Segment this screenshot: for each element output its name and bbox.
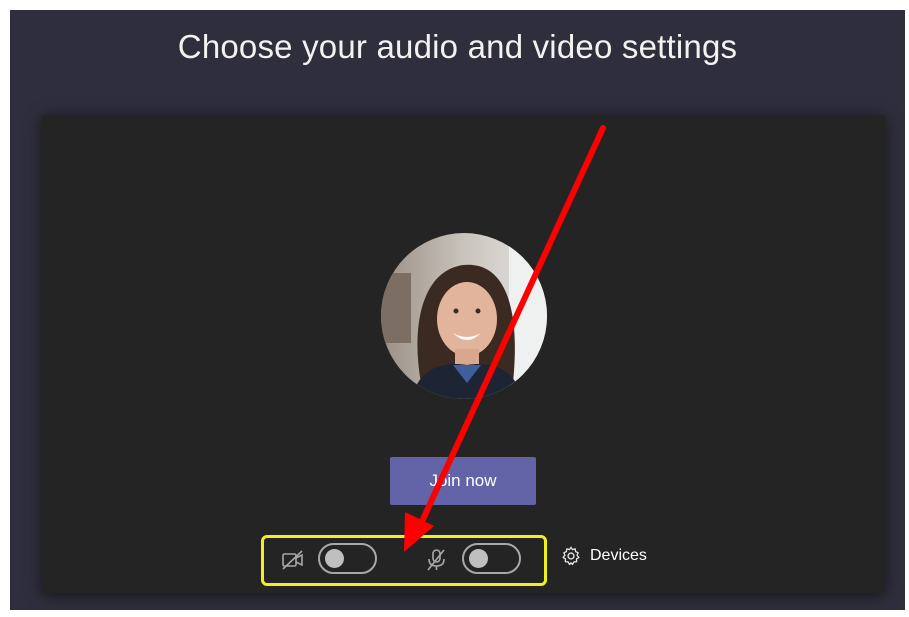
devices-button[interactable]: Devices [560,543,647,569]
camera-off-icon[interactable] [280,547,306,573]
devices-label: Devices [590,547,647,564]
camera-toggle-knob [325,549,344,568]
microphone-toggle-knob [469,549,488,568]
pre-join-screen: Choose your audio and video settings Joi… [10,10,905,610]
gear-icon [562,546,580,566]
camera-toggle[interactable] [318,543,377,574]
join-now-button[interactable]: Join now [390,457,536,505]
page-title: Choose your audio and video settings [177,28,738,65]
microphone-off-icon[interactable] [423,547,449,573]
avatar [381,233,547,399]
microphone-toggle[interactable] [462,543,521,574]
video-preview-panel: Join now Devices [42,115,885,593]
